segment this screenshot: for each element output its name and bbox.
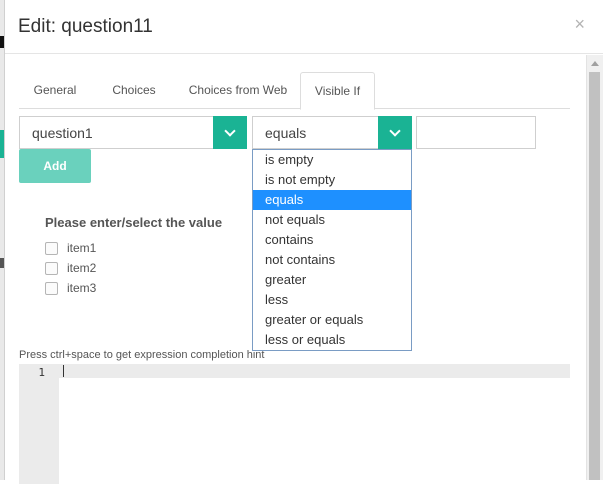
operator-select-value: equals [265,125,307,141]
question-select-toggle[interactable] [213,116,247,149]
operator-option[interactable]: less or equals [253,330,411,350]
tab-bar: General Choices Choices from Web Visible… [19,72,570,110]
operator-dropdown-list[interactable]: is empty is not empty equals not equals … [252,149,412,351]
operator-option[interactable]: greater [253,270,411,290]
vertical-scrollbar[interactable] [586,55,603,480]
checkbox-label: item3 [67,281,97,295]
modal-title: Edit: question11 [18,16,153,37]
tab-choices[interactable]: Choices [96,72,172,109]
checkbox-label: item2 [67,261,97,275]
scroll-thumb[interactable] [589,72,600,480]
question-select-value: question1 [32,125,93,141]
checkbox[interactable] [45,262,58,275]
active-line-highlight [59,364,570,378]
operator-option[interactable]: not equals [253,210,411,230]
operator-select-toggle[interactable] [378,116,412,149]
value-panel-title: Please enter/select the value [45,215,223,230]
operator-option[interactable]: is not empty [253,170,411,190]
tab-general[interactable]: General [19,72,91,109]
checkbox[interactable] [45,242,58,255]
add-button[interactable]: Add [19,149,91,183]
expression-editor[interactable]: 1 [19,364,570,484]
question-select[interactable]: question1 [19,116,247,149]
condition-value-input[interactable] [416,116,536,149]
checkbox[interactable] [45,282,58,295]
close-icon[interactable]: × [574,14,585,35]
operator-option[interactable]: greater or equals [253,310,411,330]
chevron-down-icon [389,125,401,137]
modal-header: Edit: question11 × [5,0,603,54]
operator-option[interactable]: not contains [253,250,411,270]
operator-option[interactable]: contains [253,230,411,250]
text-cursor [63,365,64,377]
scroll-up-arrow-icon[interactable] [591,61,599,66]
operator-option[interactable]: is empty [253,150,411,170]
line-number: 1 [38,366,45,379]
operator-option-selected[interactable]: equals [253,190,411,210]
expression-hint: Press ctrl+space to get expression compl… [19,349,265,361]
operator-option[interactable]: less [253,290,411,310]
chevron-down-icon [224,125,236,137]
operator-select[interactable]: equals [252,116,412,149]
tab-visible-if[interactable]: Visible If [300,72,375,110]
tab-choices-from-web[interactable]: Choices from Web [177,72,299,109]
checkbox-label: item1 [67,241,97,255]
modal-body: General Choices Choices from Web Visible… [5,55,603,484]
edit-question-modal: Edit: question11 × General Choices Choic… [4,0,603,484]
editor-gutter: 1 [19,364,59,484]
